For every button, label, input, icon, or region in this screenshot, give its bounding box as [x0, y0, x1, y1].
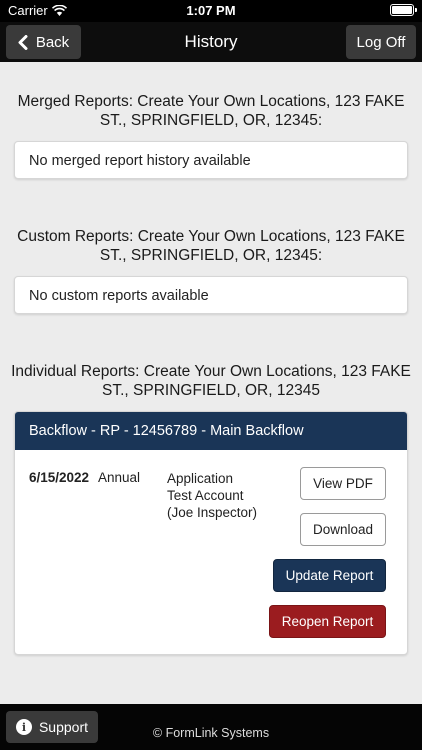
- report-header: Backflow - RP - 12456789 - Main Backflow: [15, 412, 407, 450]
- back-label: Back: [35, 33, 70, 51]
- report-account-line3: (Joe Inspector): [167, 505, 258, 520]
- chevron-left-icon: [18, 34, 28, 50]
- status-time: 1:07 PM: [186, 3, 236, 18]
- copyright-text: © FormLink Systems: [152, 726, 270, 740]
- custom-empty-message: No custom reports available: [29, 288, 209, 304]
- merged-reports-card: No merged report history available: [14, 141, 408, 179]
- report-type: Annual: [98, 470, 141, 485]
- status-bar: Carrier 1:07 PM: [0, 0, 422, 22]
- custom-reports-title: Custom Reports: Create Your Own Location…: [17, 228, 405, 264]
- battery-icon: [390, 4, 417, 16]
- report-date: 6/15/2022: [29, 470, 90, 485]
- log-off-button[interactable]: Log Off: [346, 25, 416, 59]
- individual-reports-title: Individual Reports: Create Your Own Loca…: [11, 363, 411, 399]
- download-button[interactable]: Download: [300, 513, 386, 546]
- history-content: Merged Reports: Create Your Own Location…: [0, 62, 422, 704]
- update-report-button[interactable]: Update Report: [273, 559, 386, 592]
- report-card: Backflow - RP - 12456789 - Main Backflow…: [14, 411, 408, 655]
- merged-reports-title: Merged Reports: Create Your Own Location…: [17, 93, 405, 129]
- view-pdf-button[interactable]: View PDF: [300, 467, 386, 500]
- footer: i Support © FormLink Systems: [0, 704, 422, 750]
- report-account: Application Test Account (Joe Inspector): [167, 470, 287, 521]
- nav-bar: History Back Log Off: [0, 22, 422, 62]
- custom-reports-card: No custom reports available: [14, 276, 408, 314]
- back-button[interactable]: Back: [6, 25, 81, 59]
- reopen-report-button[interactable]: Reopen Report: [269, 605, 386, 638]
- report-account-line2: Test Account: [167, 488, 244, 503]
- report-account-line1: Application: [167, 471, 234, 486]
- merged-empty-message: No merged report history available: [29, 153, 251, 169]
